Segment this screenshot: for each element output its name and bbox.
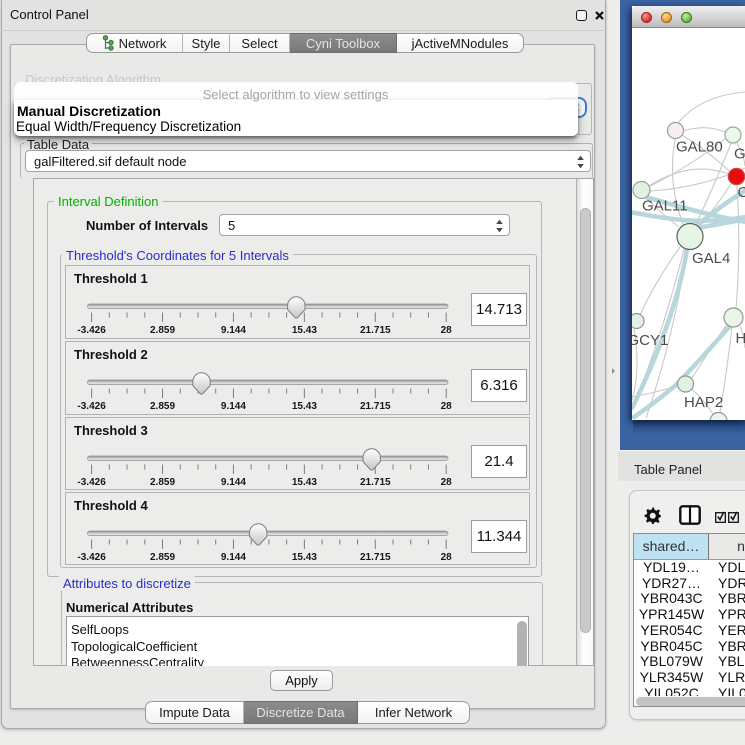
svg-text:GCY1: GCY1 <box>632 332 668 349</box>
svg-text:2.859: 2.859 <box>150 325 175 336</box>
svg-text:-3.426: -3.426 <box>77 477 106 488</box>
svg-text:GAL4: GAL4 <box>692 250 730 267</box>
svg-text:GA: GA <box>734 146 745 163</box>
svg-text:15.43: 15.43 <box>292 477 317 488</box>
svg-text:9.144: 9.144 <box>221 401 246 412</box>
svg-text:28: 28 <box>441 477 453 488</box>
svg-text:21.715: 21.715 <box>360 552 391 563</box>
svg-text:21.715: 21.715 <box>360 401 391 412</box>
svg-text:-3.426: -3.426 <box>77 401 106 412</box>
svg-text:CY: CY <box>738 184 745 201</box>
svg-text:15.43: 15.43 <box>292 552 317 563</box>
svg-text:-3.426: -3.426 <box>77 325 106 336</box>
svg-text:H: H <box>736 330 745 347</box>
svg-text:GAL80: GAL80 <box>676 139 723 156</box>
svg-text:2.859: 2.859 <box>150 552 175 563</box>
svg-text:9.144: 9.144 <box>221 477 246 488</box>
svg-text:2.859: 2.859 <box>150 477 175 488</box>
svg-text:2.859: 2.859 <box>150 401 175 412</box>
svg-text:GAL11: GAL11 <box>642 198 688 215</box>
svg-text:21.715: 21.715 <box>360 325 391 336</box>
svg-text:9.144: 9.144 <box>221 325 246 336</box>
svg-text:28: 28 <box>441 552 453 563</box>
svg-text:21.715: 21.715 <box>360 477 391 488</box>
svg-text:9.144: 9.144 <box>221 552 246 563</box>
svg-text:28: 28 <box>441 325 453 336</box>
svg-text:15.43: 15.43 <box>292 325 317 336</box>
svg-text:28: 28 <box>441 401 453 412</box>
svg-text:-3.426: -3.426 <box>77 552 106 563</box>
svg-text:15.43: 15.43 <box>292 401 317 412</box>
svg-text:HAP2: HAP2 <box>684 394 723 411</box>
